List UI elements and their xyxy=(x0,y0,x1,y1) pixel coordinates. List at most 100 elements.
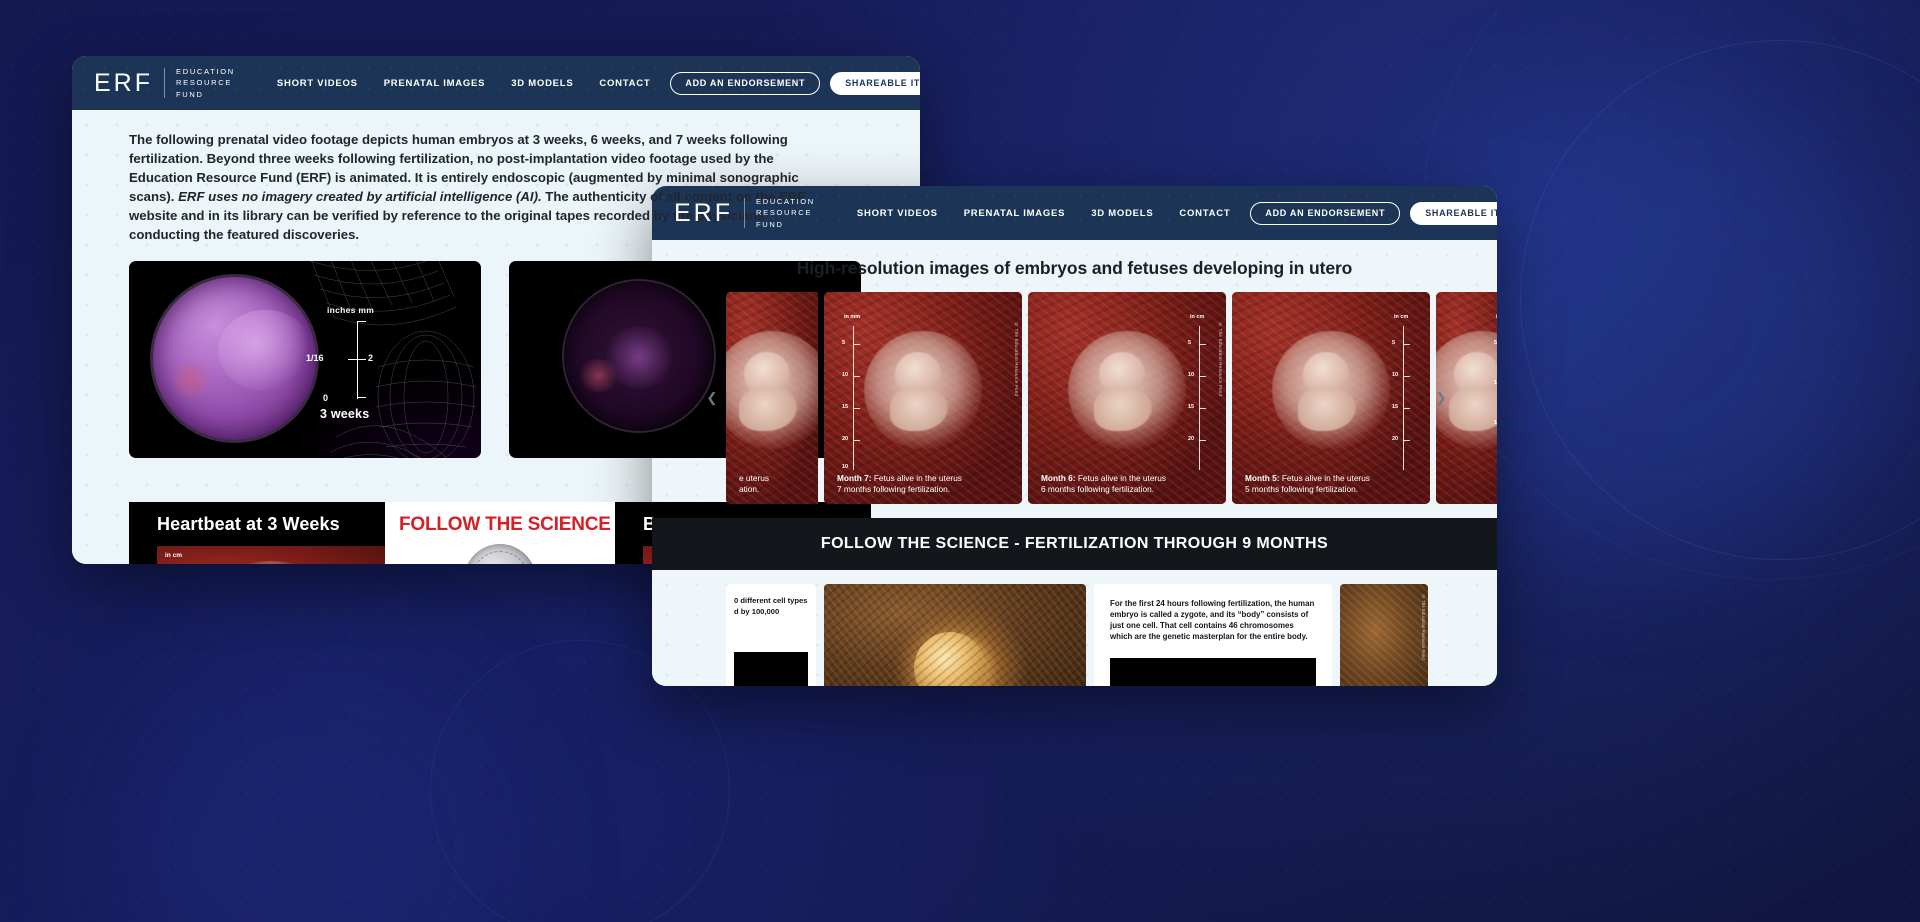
bottom-card-photo-right[interactable]: © The Education Resource Fund xyxy=(1340,584,1428,686)
slide-credit-1: © The Education Resource Fund xyxy=(1014,322,1019,397)
brand-logo-front[interactable]: ERF EDUCATION RESOURCE FUND xyxy=(674,196,815,230)
decorative-glow-1 xyxy=(1430,90,1890,550)
carousel-slide-month-7[interactable]: in mm 5 10 15 20 10 © The Education Reso… xyxy=(824,292,1022,504)
slide-ruler-4: in mm 5 10 15 xyxy=(1492,314,1497,470)
ruler-tick-3-b: 10 xyxy=(1392,372,1399,378)
scale-tick-left xyxy=(348,359,357,361)
browser-window-front[interactable]: ERF EDUCATION RESOURCE FUND SHORT VIDEOS… xyxy=(652,186,1497,686)
scale-tick-mid xyxy=(357,359,366,361)
shareable-items-button-front[interactable]: SHAREABLE ITEMS xyxy=(1410,201,1497,225)
fetus-image-2 xyxy=(1068,330,1186,449)
ruler-tick-4-c: 15 xyxy=(1494,420,1497,426)
carousel-prev-button[interactable]: ❮ xyxy=(702,388,722,408)
bottom-card-zygote-text[interactable]: For the first 24 hours following fertili… xyxy=(1094,584,1332,686)
slide-month-label-3: Month 5: xyxy=(1245,472,1280,483)
slide-caption-0: e uterus ation. xyxy=(726,473,818,496)
ruler-tick-3-c: 15 xyxy=(1392,404,1399,410)
nav-link-contact[interactable]: CONTACT xyxy=(599,78,650,89)
ruler-axis-2 xyxy=(1199,326,1200,470)
slide-caption-2-line2: 6 months following fertilization. xyxy=(1041,484,1154,495)
slide-caption-3: Month 5: Fetus alive in the uterus 5 mon… xyxy=(1232,473,1430,496)
brand-subtitle-front-line-1: EDUCATION xyxy=(756,197,815,207)
carousel-slide-month-6[interactable]: in cm 5 10 15 20 © The Education Resourc… xyxy=(1028,292,1226,504)
nav-links-front: SHORT VIDEOS PRENATAL IMAGES 3D MODELS C… xyxy=(857,208,1230,219)
scale-tick-top xyxy=(357,321,366,323)
ruler-tick-3-d: 20 xyxy=(1392,436,1399,442)
card-heartbeat-title: Heartbeat at 3 Weeks xyxy=(157,514,340,534)
coin-graphic xyxy=(464,544,536,564)
fetus-image-1 xyxy=(864,330,982,449)
add-endorsement-button[interactable]: ADD AN ENDORSEMENT xyxy=(670,71,821,95)
card-follow-the-science[interactable]: FOLLOW THE SCIENCE xyxy=(385,502,615,564)
nav-link-3d-models[interactable]: 3D MODELS xyxy=(511,78,573,89)
bottom-card-photo-zygote[interactable] xyxy=(824,584,1086,686)
ruler-axis-1 xyxy=(853,326,854,470)
bottom-card-text-partial[interactable]: 0 different cell types d by 100,000 xyxy=(726,584,816,686)
brand-subtitle-front-line-3: FUND xyxy=(756,219,784,229)
bottom-card-photo-credit: © The Education Resource Fund xyxy=(1421,594,1426,660)
ruler-tick-2-c: 15 xyxy=(1188,404,1195,410)
shareable-items-button[interactable]: SHAREABLE ITEMS xyxy=(830,71,920,95)
nav-buttons-front: ADD AN ENDORSEMENT SHAREABLE ITEMS SITEM… xyxy=(1250,201,1497,225)
card-heartbeat-scale-unit: in cm xyxy=(165,552,182,559)
brand-divider xyxy=(164,68,165,98)
carousel-slide-month-5[interactable]: in cm 5 10 15 20 Month 5: Fetus alive in… xyxy=(1232,292,1430,504)
scale-label-zero: 0 xyxy=(323,393,329,403)
add-endorsement-button-front[interactable]: ADD AN ENDORSEMENT xyxy=(1250,201,1401,225)
slide-caption-1-line2: 7 months following fertilization. xyxy=(837,484,950,495)
ruler-tick-1-b: 10 xyxy=(842,372,849,378)
ruler-tick-2-b: 10 xyxy=(1188,372,1195,378)
slide-month-label-2: Month 6: xyxy=(1041,472,1076,483)
nav-buttons: ADD AN ENDORSEMENT SHAREABLE ITEMS SITEM… xyxy=(670,71,920,95)
ruler-axis-3 xyxy=(1403,326,1404,470)
slide-caption-0-line1: e uterus xyxy=(739,472,769,483)
ruler-tick-1-d: 20 xyxy=(842,436,849,442)
slide-caption-0-line2: ation. xyxy=(739,484,760,495)
zygote-image xyxy=(913,631,986,686)
nav-links: SHORT VIDEOS PRENATAL IMAGES 3D MODELS C… xyxy=(277,78,650,89)
navbar-back: ERF EDUCATION RESOURCE FUND SHORT VIDEOS… xyxy=(72,56,920,110)
card-heartbeat-3-weeks[interactable]: Heartbeat at 3 Weeks in cm xyxy=(129,502,385,564)
slide-ruler-1: in mm 5 10 15 20 10 xyxy=(840,314,866,470)
ruler-tick-4-a: 5 xyxy=(1494,340,1497,346)
brand-logo[interactable]: ERF EDUCATION RESOURCE FUND xyxy=(94,66,235,100)
bottom-card-row: 0 different cell types d by 100,000 For … xyxy=(652,570,1497,686)
brand-subtitle-line-2: RESOURCE xyxy=(176,78,233,88)
decorative-glow-2 xyxy=(120,662,500,922)
carousel-next-button[interactable]: ❯ xyxy=(1431,388,1451,408)
ruler-unit-1: in mm xyxy=(844,314,861,320)
nav-link-3d-models-front[interactable]: 3D MODELS xyxy=(1091,208,1153,219)
nav-link-prenatal-images-front[interactable]: PRENATAL IMAGES xyxy=(964,208,1066,219)
card-heartbeat-image xyxy=(157,546,385,564)
nav-link-prenatal-images[interactable]: PRENATAL IMAGES xyxy=(384,78,486,89)
scale-header: inches mm xyxy=(327,305,375,315)
intro-emphasis: ERF uses no imagery created by artificia… xyxy=(178,189,542,204)
card-follow-science-title: FOLLOW THE SCIENCE xyxy=(399,514,611,535)
section-title: High-resolution images of embryos and fe… xyxy=(796,258,1353,278)
page-content-front: High-resolution images of embryos and fe… xyxy=(652,240,1497,686)
ruler-unit-2: in cm xyxy=(1190,314,1205,320)
ruler-tick-2-a: 5 xyxy=(1188,340,1192,346)
video-week-label: 3 weeks xyxy=(320,407,370,421)
slide-caption-3-line2: 5 months following fertilization. xyxy=(1245,484,1358,495)
measurement-scale: inches mm 2 1/16 0 xyxy=(306,305,389,403)
nav-link-contact-front[interactable]: CONTACT xyxy=(1179,208,1230,219)
ruler-tick-2-d: 20 xyxy=(1188,436,1195,442)
slide-caption-2-line1: Fetus alive in the uterus xyxy=(1075,472,1166,483)
brand-subtitle-line-1: EDUCATION xyxy=(176,67,235,77)
video-card-3-weeks[interactable]: inches mm 2 1/16 0 3 weeks xyxy=(129,261,481,458)
nav-link-short-videos-front[interactable]: SHORT VIDEOS xyxy=(857,208,938,219)
brand-subtitle: EDUCATION RESOURCE FUND xyxy=(176,66,235,100)
brand-mark-front: ERF xyxy=(674,198,733,227)
slide-month-label-1: Month 7: xyxy=(837,472,872,483)
nav-link-short-videos[interactable]: SHORT VIDEOS xyxy=(277,78,358,89)
ruler-tick-4-b: 10 xyxy=(1494,380,1497,386)
scale-label-mm: 2 xyxy=(368,353,374,363)
ruler-unit-3: in cm xyxy=(1394,314,1409,320)
ruler-tick-1-a: 5 xyxy=(842,340,846,346)
scale-body: 2 1/16 0 xyxy=(306,321,389,403)
scale-label-inches: 1/16 xyxy=(306,353,324,363)
bottom-card-text-partial-body: 0 different cell types d by 100,000 xyxy=(734,596,808,616)
carousel-slide-partial-left[interactable]: e uterus ation. xyxy=(726,292,818,504)
image-carousel: e uterus ation. in mm 5 10 15 20 10 © Th… xyxy=(652,292,1497,504)
